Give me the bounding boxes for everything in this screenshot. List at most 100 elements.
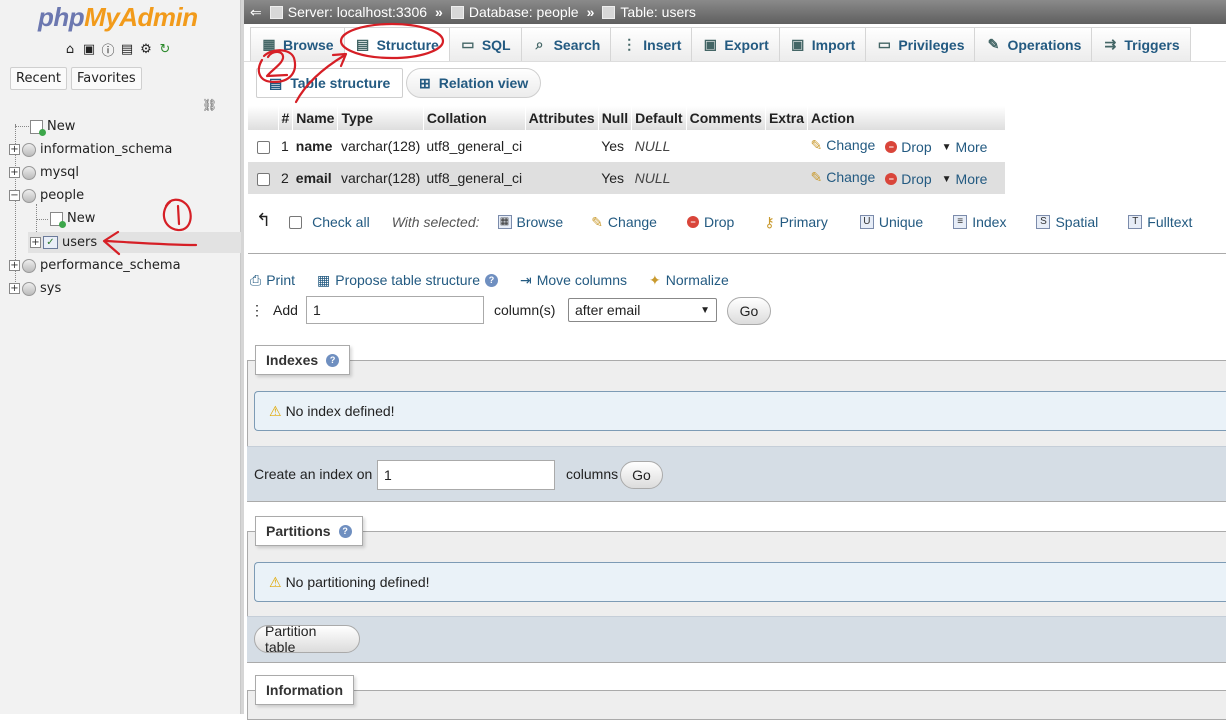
subtab-relation-view[interactable]: ⊞ Relation view [406, 68, 542, 98]
tree-item-new[interactable]: New [0, 116, 241, 137]
row-checkbox[interactable] [256, 172, 270, 186]
header-extra[interactable]: Extra [765, 106, 808, 130]
print-link[interactable]: ⎙ Print [250, 272, 295, 289]
help-icon[interactable]: ⓘ [100, 41, 116, 59]
spatial-icon: S [1036, 215, 1051, 229]
bulk-change-button[interactable]: ✎ Change [591, 214, 657, 231]
tree-item-performance-schema[interactable]: + performance_schema [0, 255, 241, 276]
recent-tab[interactable]: Recent [10, 67, 67, 90]
bulk-index-button[interactable]: ≡ Index [953, 214, 1006, 230]
export-icon: ▣ [703, 36, 718, 52]
collapse-icon[interactable]: − [9, 190, 20, 201]
tab-search[interactable]: ⌕ Search [520, 27, 612, 61]
tab-browse[interactable]: ▦ Browse [250, 27, 345, 61]
tab-structure[interactable]: ▤ Structure [343, 27, 450, 61]
nav-resizer[interactable] [241, 0, 244, 714]
move-columns-link[interactable]: ⇥ Move columns [520, 272, 627, 289]
header-number[interactable]: # [278, 106, 294, 130]
partition-footer: Partition table [247, 616, 1226, 662]
collapse-arrow-icon[interactable]: ⇐ [250, 4, 262, 21]
tab-export[interactable]: ▣ Export [691, 27, 780, 61]
add-column-icon: ⋮ [250, 302, 264, 318]
create-index-go-button[interactable]: Go [620, 461, 663, 489]
column-name: name [292, 130, 338, 162]
header-null[interactable]: Null [598, 106, 633, 130]
expand-icon[interactable]: + [9, 144, 20, 155]
tree-item-people-new[interactable]: New [0, 208, 241, 229]
more-dropdown[interactable]: ▼ More [942, 139, 988, 155]
indexes-legend: Indexes? [255, 345, 351, 375]
create-index-columns-input[interactable]: 1 [377, 460, 555, 490]
table-icon [602, 5, 616, 19]
header-collation[interactable]: Collation [423, 106, 526, 130]
check-all-checkbox[interactable] [289, 215, 303, 229]
no-partitioning-notice: ⚠ No partitioning defined! [254, 562, 1226, 602]
link-with-main-panel-icon[interactable]: ⛓ [202, 98, 217, 112]
bulk-browse-button[interactable]: ▦ Browse [497, 214, 563, 230]
tab-sql[interactable]: ▭ SQL [448, 27, 522, 61]
expand-icon[interactable]: + [9, 260, 20, 271]
add-columns-count-input[interactable]: 1 [306, 296, 484, 324]
normalize-link[interactable]: ✦ Normalize [649, 272, 729, 289]
breadcrumb-server[interactable]: Server: localhost:3306 [262, 4, 427, 20]
row-checkbox[interactable] [256, 140, 270, 154]
expand-icon[interactable]: + [30, 237, 41, 248]
bulk-fulltext-button[interactable]: T Fulltext [1128, 214, 1192, 230]
tab-triggers[interactable]: ⇉ Triggers [1091, 27, 1191, 61]
expand-icon[interactable]: + [9, 283, 20, 294]
structure-icon: ▤ [355, 36, 370, 52]
partition-table-button[interactable]: Partition table [254, 623, 360, 655]
add-columns-row: ⋮ Add 1 column(s) after email ▼ Go [250, 296, 1220, 326]
check-all-label[interactable]: Check all [312, 214, 370, 230]
docs-icon[interactable]: ▤ [119, 41, 135, 57]
change-link[interactable]: ✎ Change [810, 137, 875, 154]
tree-item-users[interactable]: + ✓ users [28, 232, 241, 253]
tab-privileges[interactable]: ▭ Privileges [865, 27, 976, 61]
tree-item-sys[interactable]: + sys [0, 278, 241, 299]
header-name[interactable]: Name [292, 106, 339, 130]
expand-icon[interactable]: + [9, 167, 20, 178]
phpmyadmin-logo[interactable]: phpMyAdmin [38, 2, 198, 33]
tree-item-mysql[interactable]: + mysql [0, 162, 241, 183]
header-attributes[interactable]: Attributes [525, 106, 599, 130]
information-fieldset [247, 690, 1226, 720]
subtab-table-structure[interactable]: ▤ Table structure [256, 68, 404, 98]
tab-insert[interactable]: ⋮ Insert [610, 27, 693, 61]
bulk-unique-button[interactable]: U Unique [859, 214, 923, 230]
propose-structure-link[interactable]: ▦ Propose table structure? [317, 272, 498, 289]
with-selected-bar: ↰ Check all With selected: ▦ Browse ✎ Chan… [256, 209, 1193, 231]
breadcrumb: ⇐ Server: localhost:3306 » Database: peo… [244, 0, 1226, 24]
bulk-primary-button[interactable]: ⚷ Primary [764, 214, 828, 231]
tree-item-people[interactable]: − people [0, 185, 241, 206]
breadcrumb-database[interactable]: Database: people [450, 4, 579, 20]
bulk-drop-button[interactable]: − Drop [686, 214, 734, 230]
drop-link[interactable]: − Drop [885, 139, 932, 155]
tab-import[interactable]: ▣ Import [778, 27, 867, 61]
favorites-tab[interactable]: Favorites [70, 67, 142, 90]
column-name: email [292, 162, 338, 194]
reload-icon[interactable]: ↻ [157, 41, 173, 57]
table-row: 1 name varchar(128) utf8_general_ci Yes … [248, 130, 1006, 162]
warning-icon: ⚠ [269, 573, 282, 590]
breadcrumb-table[interactable]: Table: users [602, 4, 696, 20]
help-icon[interactable]: ? [326, 353, 340, 367]
add-columns-go-button[interactable]: Go [727, 297, 771, 325]
tree-item-information-schema[interactable]: + information_schema [0, 139, 241, 160]
change-link[interactable]: ✎ Change [810, 169, 875, 186]
help-icon[interactable]: ? [484, 273, 498, 287]
exit-icon[interactable]: ▣ [81, 41, 97, 57]
help-icon[interactable]: ? [338, 524, 352, 538]
drop-link[interactable]: − Drop [885, 171, 932, 187]
add-columns-position-select[interactable]: after email ▼ [568, 298, 717, 322]
wrench-icon: ✎ [987, 36, 1000, 52]
tab-operations[interactable]: ✎ Operations [974, 27, 1093, 61]
more-dropdown[interactable]: ▼ More [942, 171, 988, 187]
bulk-spatial-button[interactable]: S Spatial [1036, 214, 1098, 230]
header-comments[interactable]: Comments [686, 106, 766, 130]
divider [248, 253, 1226, 254]
header-type[interactable]: Type [337, 106, 424, 130]
settings-icon[interactable]: ⚙ [138, 41, 154, 57]
header-default[interactable]: Default [631, 106, 687, 130]
header-checkbox [248, 106, 279, 130]
home-icon[interactable]: ⌂ [62, 41, 78, 57]
